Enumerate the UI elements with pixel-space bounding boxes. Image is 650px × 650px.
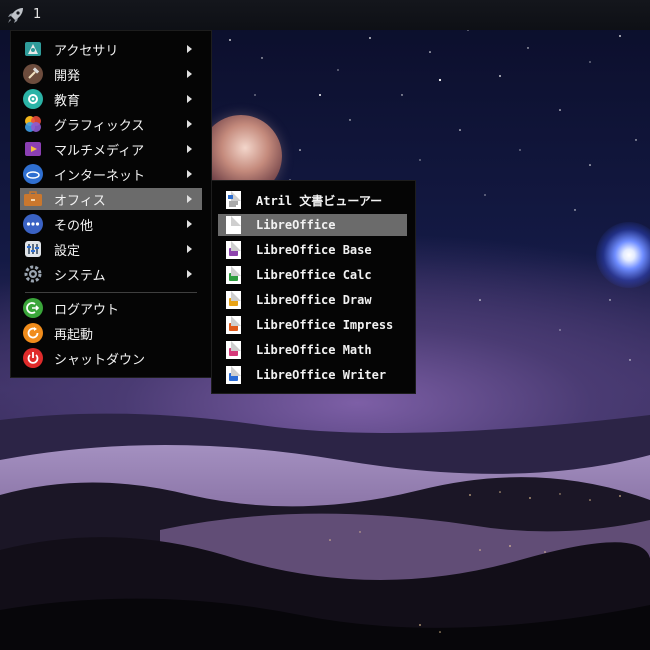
menu-item-logout[interactable]: ログアウト — [20, 297, 202, 319]
menu-item-internet[interactable]: インターネット — [20, 163, 202, 185]
menu-item-multimedia[interactable]: マルチメディア — [20, 138, 202, 160]
submenu-item-libreoffice-base[interactable]: LibreOffice Base — [218, 239, 407, 261]
chevron-right-icon — [187, 195, 192, 203]
libreoffice-base-icon — [226, 241, 242, 259]
menu-item-system[interactable]: システム — [20, 263, 202, 285]
chevron-right-icon — [187, 95, 192, 103]
libreoffice-writer-icon — [226, 366, 242, 384]
menu-item-reboot[interactable]: 再起動 — [20, 322, 202, 344]
top-panel: 1 — [0, 0, 650, 30]
development-hammer-icon — [23, 64, 43, 84]
submenu-item-libreoffice-math[interactable]: LibreOffice Math — [218, 339, 407, 361]
chevron-right-icon — [187, 245, 192, 253]
chevron-right-icon — [187, 70, 192, 78]
foggy-valley-landscape — [0, 413, 650, 650]
atril-document-viewer-icon — [226, 191, 242, 209]
submenu-item-libreoffice-writer[interactable]: LibreOffice Writer — [218, 364, 407, 386]
menu-item-other[interactable]: その他 — [20, 213, 202, 235]
accessories-icon — [23, 39, 43, 59]
menu-item-settings[interactable]: 設定 — [20, 238, 202, 260]
menu-item-development[interactable]: 開発 — [20, 63, 202, 85]
reboot-icon — [23, 323, 43, 343]
menu-item-office[interactable]: オフィス — [20, 188, 202, 210]
multimedia-icon — [23, 139, 43, 159]
settings-icon — [23, 239, 43, 259]
menu-item-education[interactable]: 教育 — [20, 88, 202, 110]
submenu-item-atril[interactable]: Atril 文書ビューアー — [218, 189, 407, 211]
chevron-right-icon — [187, 220, 192, 228]
submenu-item-libreoffice[interactable]: LibreOffice — [218, 214, 407, 236]
chevron-right-icon — [187, 120, 192, 128]
shutdown-icon — [23, 348, 43, 368]
chevron-right-icon — [187, 45, 192, 53]
rocket-icon[interactable] — [6, 5, 26, 25]
menu-separator — [25, 292, 197, 293]
chevron-right-icon — [187, 170, 192, 178]
chevron-right-icon — [187, 270, 192, 278]
libreoffice-draw-icon — [226, 291, 242, 309]
graphics-icon — [23, 114, 43, 134]
other-icon — [23, 214, 43, 234]
internet-icon — [23, 164, 43, 184]
logout-icon — [23, 298, 43, 318]
workspace-indicator[interactable]: 1 — [33, 7, 41, 22]
libreoffice-calc-icon — [226, 266, 242, 284]
submenu-item-libreoffice-calc[interactable]: LibreOffice Calc — [218, 264, 407, 286]
libreoffice-icon — [226, 216, 242, 234]
libreoffice-impress-icon — [226, 316, 242, 334]
applications-menu: アクセサリ 開発 教育 グラフィックス マルチメディア インターネット オフィス… — [10, 30, 212, 378]
submenu-item-libreoffice-impress[interactable]: LibreOffice Impress — [218, 314, 407, 336]
education-icon — [23, 89, 43, 109]
chevron-right-icon — [187, 145, 192, 153]
libreoffice-math-icon — [226, 341, 242, 359]
office-briefcase-icon — [23, 189, 43, 209]
system-gear-icon — [23, 264, 43, 284]
submenu-item-libreoffice-draw[interactable]: LibreOffice Draw — [218, 289, 407, 311]
menu-item-accessories[interactable]: アクセサリ — [20, 38, 202, 60]
menu-item-graphics[interactable]: グラフィックス — [20, 113, 202, 135]
office-submenu: Atril 文書ビューアー LibreOffice LibreOffice Ba… — [211, 180, 416, 394]
menu-item-shutdown[interactable]: シャットダウン — [20, 347, 202, 369]
